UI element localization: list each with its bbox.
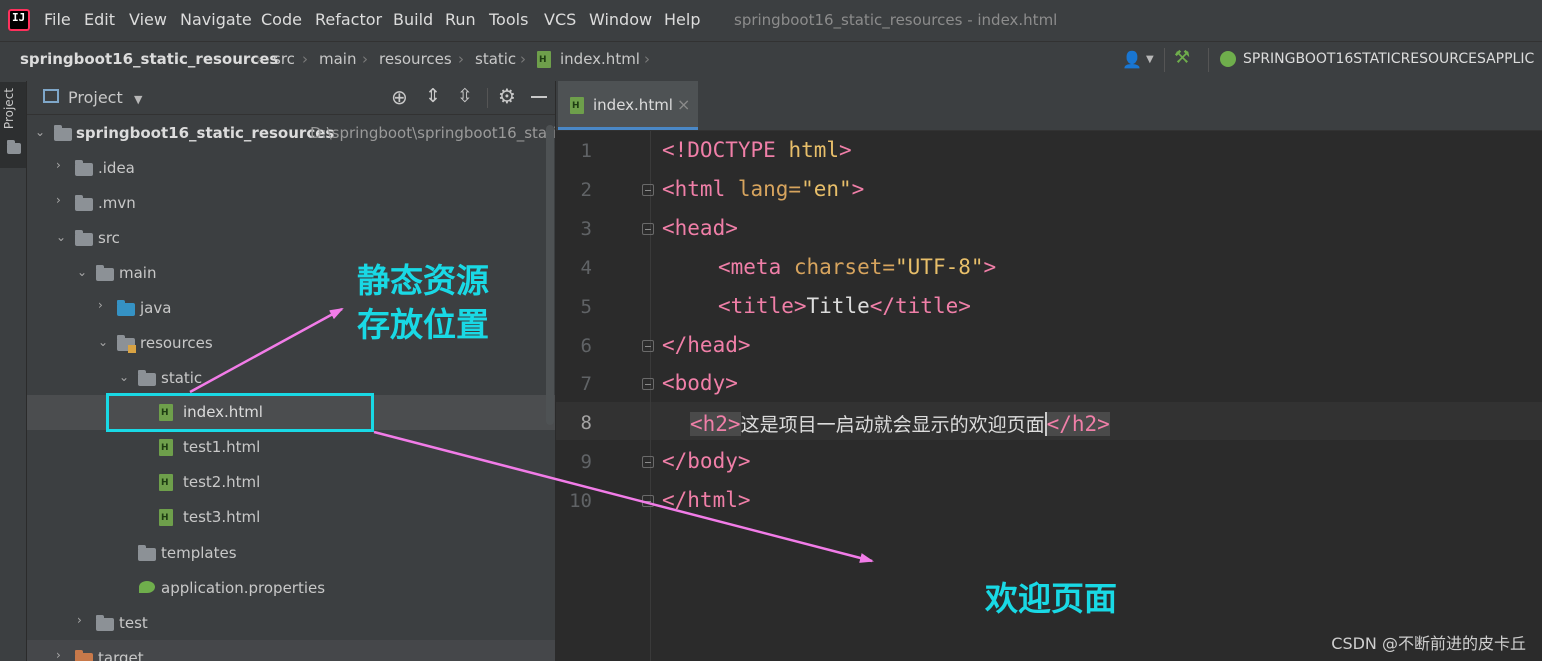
annotation-static-line2: 存放位置 xyxy=(357,305,489,344)
annotation-arrows xyxy=(189,307,874,563)
arrow-to-static-label xyxy=(189,307,344,394)
annotation-welcome-page: 欢迎页面 xyxy=(985,579,1117,618)
arrow-to-welcome-label xyxy=(373,430,874,563)
annotation-static-line1: 静态资源 xyxy=(357,261,489,300)
watermark: CSDN @不断前进的皮卡丘 xyxy=(1331,634,1526,653)
